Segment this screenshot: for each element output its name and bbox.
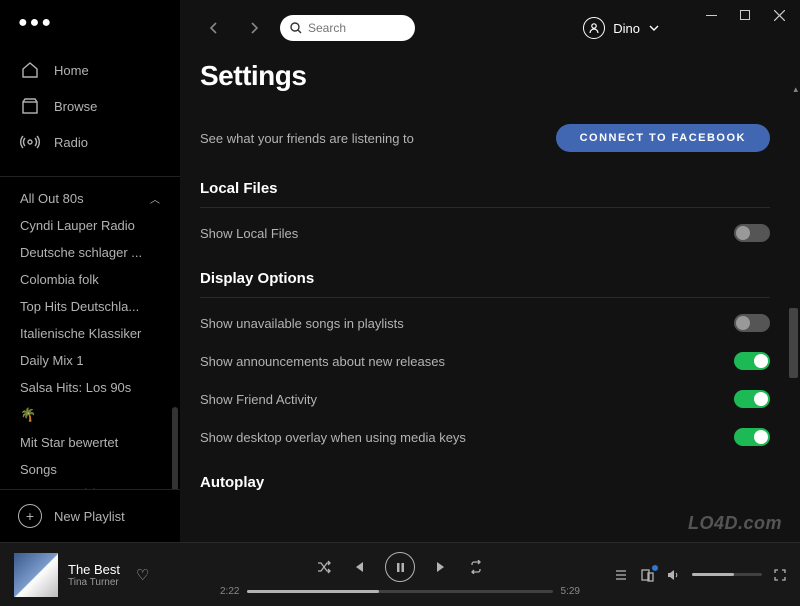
play-pause-button[interactable] — [385, 552, 415, 582]
nav-forward-button[interactable] — [240, 14, 268, 42]
connect-facebook-button[interactable]: CONNECT TO FACEBOOK — [556, 124, 770, 152]
repeat-button[interactable] — [469, 560, 483, 574]
app-menu-button[interactable]: ●●● — [0, 0, 180, 52]
settings-pane: Settings See what your friends are liste… — [180, 56, 800, 542]
playlist-item[interactable]: Cyndi Lauper Radio — [0, 212, 180, 239]
toggle-desktop-overlay[interactable] — [734, 428, 770, 446]
window-minimize-button[interactable] — [704, 8, 718, 22]
sidebar: ●●● Home Browse Radio All Out 80s︿ Cyndi… — [0, 0, 180, 542]
playlist-item[interactable]: Deutsche schlager ... — [0, 239, 180, 266]
playlist-item[interactable]: Top Hits Deutschla... — [0, 293, 180, 320]
browse-icon — [20, 96, 40, 116]
nav-home[interactable]: Home — [0, 52, 180, 88]
toggle-show-local-files[interactable] — [734, 224, 770, 242]
page-title: Settings — [200, 60, 770, 92]
time-total: 5:29 — [561, 586, 580, 597]
queue-button[interactable] — [614, 568, 628, 582]
sidebar-scrollbar[interactable] — [172, 407, 178, 489]
section-autoplay: Autoplay — [200, 456, 770, 501]
playlist-item[interactable]: Italienische Klassiker — [0, 320, 180, 347]
track-artist[interactable]: Tina Turner — [68, 577, 120, 588]
chevron-down-icon — [648, 22, 660, 34]
nav-home-label: Home — [54, 63, 89, 78]
section-display-options: Display Options — [200, 252, 770, 298]
toggle-unavailable-songs[interactable] — [734, 314, 770, 332]
devices-button[interactable] — [640, 568, 654, 582]
nav-back-button[interactable] — [200, 14, 228, 42]
heart-icon[interactable]: ♡ — [136, 566, 149, 584]
shuffle-button[interactable] — [317, 560, 331, 574]
facebook-row-label: See what your friends are listening to — [200, 131, 414, 146]
avatar-icon — [583, 17, 605, 39]
playlist-item[interactable]: Mit Star bewertet — [0, 429, 180, 456]
setting-label: Show Friend Activity — [200, 392, 317, 407]
player-bar: The Best Tina Turner ♡ 2:22 5:29 — [0, 542, 800, 606]
playlist-item[interactable]: Salsa Hits: Los 90s — [0, 374, 180, 401]
search-icon — [290, 22, 302, 34]
section-local-files: Local Files — [200, 162, 770, 208]
setting-label: Show Local Files — [200, 226, 298, 241]
playlist-item[interactable]: Colombia folk — [0, 266, 180, 293]
chevron-down-icon[interactable]: ﹀ — [0, 483, 180, 489]
radio-icon — [20, 132, 40, 152]
album-art[interactable] — [14, 553, 58, 597]
toggle-friend-activity[interactable] — [734, 390, 770, 408]
volume-icon[interactable] — [666, 568, 680, 582]
window-close-button[interactable] — [772, 8, 786, 22]
next-button[interactable] — [435, 560, 449, 574]
home-icon — [20, 60, 40, 80]
setting-label: Show desktop overlay when using media ke… — [200, 430, 466, 445]
track-title[interactable]: The Best — [68, 562, 120, 577]
plus-icon: + — [18, 504, 42, 528]
nav-browse-label: Browse — [54, 99, 97, 114]
playlist-item[interactable]: Daily Mix 1 — [0, 347, 180, 374]
nav-radio[interactable]: Radio — [0, 124, 180, 160]
progress-bar[interactable] — [247, 590, 552, 593]
previous-button[interactable] — [351, 560, 365, 574]
expand-button[interactable] — [774, 569, 786, 581]
setting-label: Show unavailable songs in playlists — [200, 316, 404, 331]
facebook-row: See what your friends are listening to C… — [200, 114, 770, 162]
time-current: 2:22 — [220, 586, 239, 597]
playlist-item[interactable]: All Out 80s︿ — [0, 185, 180, 212]
chevron-up-icon[interactable]: ︿ — [150, 191, 160, 206]
new-playlist-label: New Playlist — [54, 509, 125, 524]
nav-browse[interactable]: Browse — [0, 88, 180, 124]
nav-radio-label: Radio — [54, 135, 88, 150]
search-input[interactable] — [308, 21, 405, 35]
playlist-item[interactable]: 🌴 — [0, 401, 180, 429]
playlist-list: All Out 80s︿ Cyndi Lauper Radio Deutsche… — [0, 176, 180, 489]
main-scrollbar[interactable] — [789, 308, 798, 378]
new-playlist-button[interactable]: + New Playlist — [0, 489, 180, 542]
playlist-item[interactable]: Songs — [0, 456, 180, 483]
toggle-announcements[interactable] — [734, 352, 770, 370]
window-maximize-button[interactable] — [738, 8, 752, 22]
scroll-up-caret[interactable]: ▴ — [793, 84, 798, 95]
setting-label: Show announcements about new releases — [200, 354, 445, 369]
user-name: Dino — [613, 21, 640, 36]
search-box[interactable] — [280, 15, 415, 41]
volume-slider[interactable] — [692, 573, 762, 576]
